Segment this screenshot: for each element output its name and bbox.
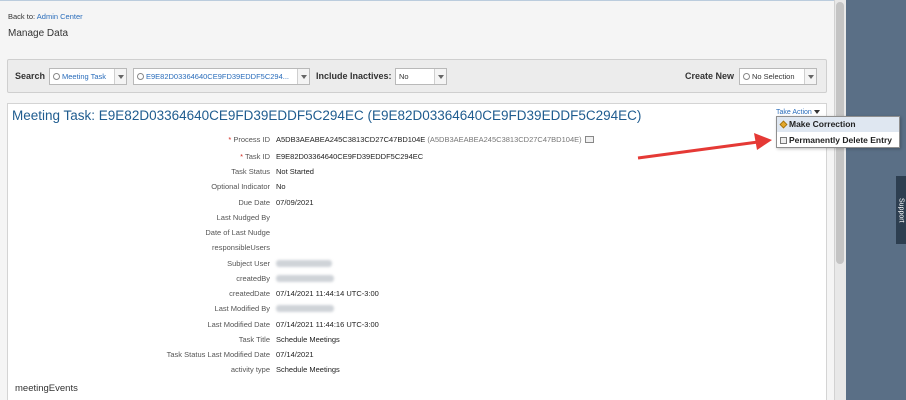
arrow-shaft [637,140,759,160]
annotation-arrow [637,133,772,160]
menu-item-label: Permanently Delete Entry [789,135,892,145]
menu-item-make-correction[interactable]: Make Correction [777,117,899,132]
take-action-menu: Make Correction Permanently Delete Entry [776,116,900,148]
menu-item-label: Make Correction [789,119,856,129]
menu-item-permanently-delete-entry[interactable]: Permanently Delete Entry [777,133,899,148]
trash-icon [780,137,787,144]
arrow-head [754,133,772,150]
pencil-icon [779,120,788,129]
